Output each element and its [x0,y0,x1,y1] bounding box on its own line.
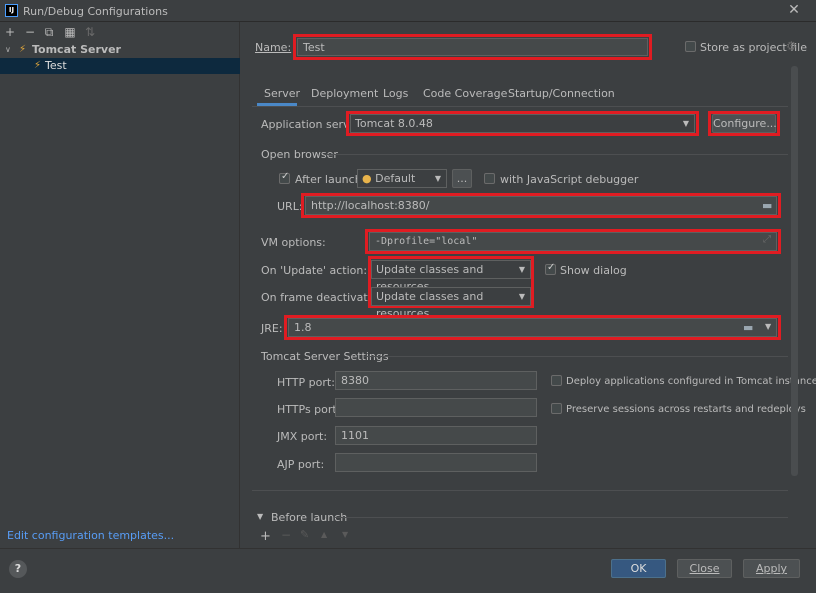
help-icon[interactable]: ? [9,560,27,578]
jmx-port-label: JMX port: [277,430,328,443]
vm-options-label: VM options: [261,236,326,249]
edit-icon[interactable]: ✎ [300,528,309,541]
close-window-icon[interactable]: ✕ [787,2,801,18]
move-down-icon[interactable]: ▼ [342,530,348,539]
browse-button[interactable]: ... [452,169,472,188]
before-launch-divider [334,517,788,518]
on-update-label: On 'Update' action: [261,264,368,277]
sort-icon[interactable]: ⇅ [84,25,96,39]
js-debugger-label: with JavaScript debugger [500,173,639,186]
url-field[interactable]: http://localhost:8380/ [305,196,777,215]
chevron-down-icon: ▼ [518,292,525,301]
show-dialog-checkbox[interactable] [545,262,556,275]
ajp-port-field[interactable] [335,453,537,472]
chevron-down-icon[interactable]: ▼ [765,322,771,331]
https-port-label: HTTPs port: [277,403,341,416]
tomcat-icon: ⚡ [34,60,42,71]
copy-icon[interactable]: ⧉ [43,25,55,40]
jre-label: JRE: [261,322,283,335]
tab-logs[interactable]: Logs [383,87,408,100]
chrome-icon: ● [362,172,372,185]
on-update-combo[interactable]: Update classes and resources ▼ [371,260,531,293]
tab-deployment[interactable]: Deployment [311,87,378,100]
after-launch-label: After launch [295,173,362,186]
ajp-port-label: AJP port: [277,458,325,471]
url-label: URL: [277,200,303,213]
preserve-sessions-checkbox[interactable] [551,403,562,414]
show-dialog-label: Show dialog [560,264,627,277]
move-to-folder-icon[interactable]: ▦ [64,25,76,39]
folder-icon[interactable]: ▬ [743,321,753,334]
tomcat-settings-divider [364,356,788,357]
window-title: Run/Debug Configurations [23,5,168,18]
tab-server[interactable]: Server [264,87,300,100]
http-port-field[interactable]: 8380 [335,371,537,390]
chevron-down-icon[interactable]: ▼ [257,512,263,521]
vm-options-value: -Dprofile="local" [375,236,478,247]
config-tree-panel [0,22,240,548]
tree-item-label: Test [45,59,67,72]
name-label: Name: [255,41,292,54]
name-field[interactable]: Test [297,38,648,56]
tree-item-tomcat-server[interactable]: ∨ ⚡ Tomcat Server [0,42,240,58]
jre-value: 1.8 [294,321,312,334]
intellij-app-icon: IJ [5,4,18,17]
close-button[interactable]: Close [677,559,732,578]
https-port-field[interactable] [335,398,537,417]
jre-field[interactable]: 1.8 [288,318,777,337]
tree-item-label: Tomcat Server [32,43,121,56]
expand-icon[interactable]: ⤢ [763,234,771,245]
http-port-label: HTTP port: [277,376,335,389]
jmx-port-field[interactable]: 1101 [335,426,537,445]
open-browser-divider [326,154,788,155]
move-up-icon[interactable]: ▲ [321,530,327,539]
tomcat-icon: ⚡ [19,44,27,55]
app-server-combo[interactable]: Tomcat 8.0.48 ▼ [350,114,695,133]
remove-icon[interactable]: − [24,25,36,39]
folder-icon[interactable]: ▬ [762,199,772,212]
after-launch-checkbox[interactable] [279,171,290,184]
vm-options-field[interactable]: -Dprofile="local" [369,232,777,251]
app-server-value: Tomcat 8.0.48 [355,117,433,130]
on-frame-combo[interactable]: Update classes and resources ▼ [371,287,531,320]
ok-button[interactable]: OK [611,559,666,578]
preserve-sessions-label: Preserve sessions across restarts and re… [566,404,806,415]
js-debugger-checkbox[interactable] [484,173,495,184]
browser-combo[interactable]: ● Default ▼ [357,169,447,188]
deploy-apps-label: Deploy applications configured in Tomcat… [566,376,816,387]
chevron-down-icon: ▼ [434,174,441,183]
browser-value: Default [375,172,416,185]
form-scrollbar[interactable] [791,66,798,476]
tab-code-coverage[interactable]: Code Coverage [423,87,507,100]
add-icon[interactable]: + [260,529,271,544]
deploy-apps-checkbox[interactable] [551,375,562,386]
tab-startup-connection[interactable]: Startup/Connection [508,87,615,100]
configure-button[interactable]: Configure... [712,114,777,133]
apply-button[interactable]: Apply [743,559,800,578]
tab-divider [252,106,788,107]
remove-icon[interactable]: − [281,528,291,542]
tree-item-test[interactable]: ⚡ Test [0,58,240,74]
chevron-down-icon[interactable]: ∨ [5,42,11,58]
url-value: http://localhost:8380/ [311,199,430,212]
form-bottom-divider [252,490,788,491]
gear-icon[interactable]: ⚙ [786,39,797,53]
chevron-down-icon: ▼ [682,119,689,128]
add-icon[interactable]: + [4,25,16,39]
store-as-project-checkbox[interactable] [685,41,696,52]
chevron-down-icon: ▼ [518,265,525,274]
edit-templates-link[interactable]: Edit configuration templates... [7,529,174,542]
